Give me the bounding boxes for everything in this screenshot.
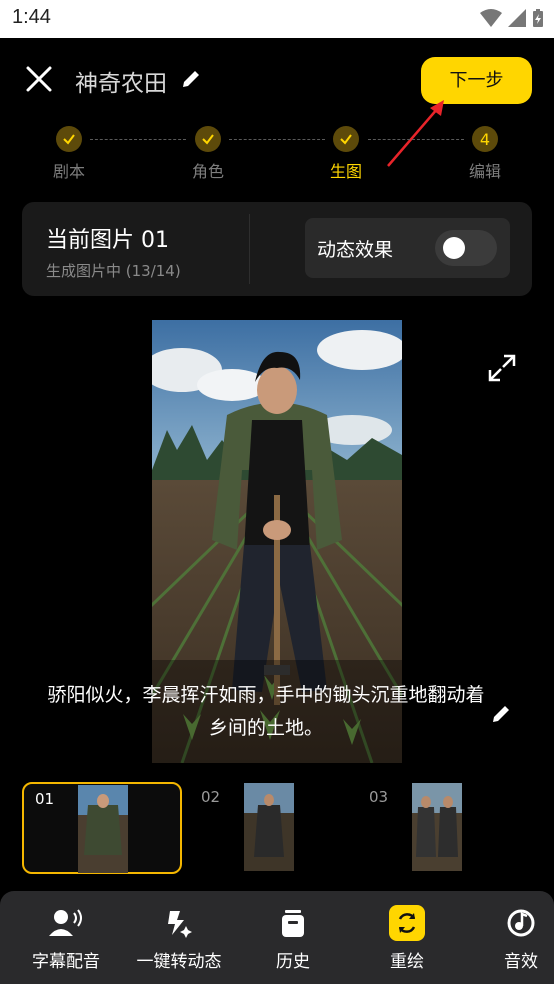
edit-caption-icon[interactable] [490, 703, 512, 725]
tool-label: 重绘 [390, 952, 424, 972]
thumbnail-item[interactable]: 01 [22, 782, 182, 874]
generation-status: 生成图片中 (13/14) [46, 262, 181, 280]
check-icon [333, 126, 359, 152]
step-label: 编辑 [468, 162, 501, 181]
redraw-button[interactable]: 重绘 [352, 891, 462, 984]
close-icon[interactable] [22, 62, 56, 96]
signal-icon [508, 9, 526, 27]
thumbnail-number: 03 [369, 788, 389, 806]
step-label: 角色 [191, 162, 224, 181]
history-icon [275, 905, 311, 941]
step-connector [90, 139, 186, 140]
step-number-badge: 4 [472, 126, 498, 152]
step-label: 生图 [329, 162, 362, 181]
motion-effect-setting: 动态效果 [305, 218, 510, 278]
history-button[interactable]: 历史 [238, 891, 348, 984]
step-character[interactable]: 角色 [173, 122, 243, 182]
convert-to-motion-button[interactable]: 一键转动态 [124, 891, 234, 984]
motion-effect-label: 动态效果 [317, 239, 394, 261]
step-script[interactable]: 剧本 [34, 122, 104, 182]
status-time: 1:44 [12, 6, 51, 28]
current-image-card: 当前图片 01 生成图片中 (13/14) 动态效果 [22, 202, 532, 296]
thumbnail-item[interactable]: 03 [358, 782, 518, 874]
tool-label: 音效 [504, 952, 538, 972]
image-caption: 骄阳似火，李晨挥汗如雨，手中的锄头沉重地翻动着乡间的土地。 [47, 684, 485, 739]
thumbnail-image [244, 783, 294, 871]
redraw-icon [389, 905, 425, 941]
sound-effect-button[interactable]: 音效 [466, 891, 554, 984]
step-number: 4 [479, 129, 491, 149]
check-icon [56, 126, 82, 152]
tool-label: 字幕配音 [32, 952, 100, 972]
motion-effect-toggle[interactable] [435, 230, 497, 266]
step-generate-image[interactable]: 生图 [311, 122, 381, 182]
thumbnail-image [412, 783, 462, 871]
thumbnail-item[interactable]: 02 [190, 782, 350, 874]
step-label: 剧本 [52, 162, 85, 181]
status-bar: 1:44 [0, 0, 554, 38]
battery-icon [533, 9, 543, 27]
wifi-icon [480, 9, 502, 27]
pencil-icon[interactable] [180, 68, 202, 90]
step-indicator: 剧本 角色 生图 4 编辑 [0, 122, 554, 186]
divider [249, 214, 250, 284]
step-edit[interactable]: 4 编辑 [450, 122, 520, 182]
tool-label: 历史 [276, 952, 310, 972]
thumbnail-strip: 01 02 03 [0, 780, 554, 876]
bottom-toolbar: 字幕配音 一键转动态 历史 重绘 音效 [0, 891, 554, 984]
sparkle-icon [161, 905, 197, 941]
thumbnail-number: 02 [201, 788, 221, 806]
top-bar: 神奇农田 下一步 [0, 38, 554, 118]
subtitle-voiceover-button[interactable]: 字幕配音 [11, 891, 121, 984]
project-title: 神奇农田 [75, 71, 167, 97]
status-icons [480, 8, 544, 28]
tool-label: 一键转动态 [136, 952, 222, 972]
check-icon [195, 126, 221, 152]
toggle-knob [443, 237, 465, 259]
music-icon [503, 905, 539, 941]
fullscreen-icon[interactable] [486, 352, 518, 384]
voice-icon [48, 905, 84, 941]
thumbnail-number: 01 [35, 790, 55, 808]
current-image-title: 当前图片 01 [46, 228, 169, 253]
thumbnail-image [78, 785, 128, 873]
